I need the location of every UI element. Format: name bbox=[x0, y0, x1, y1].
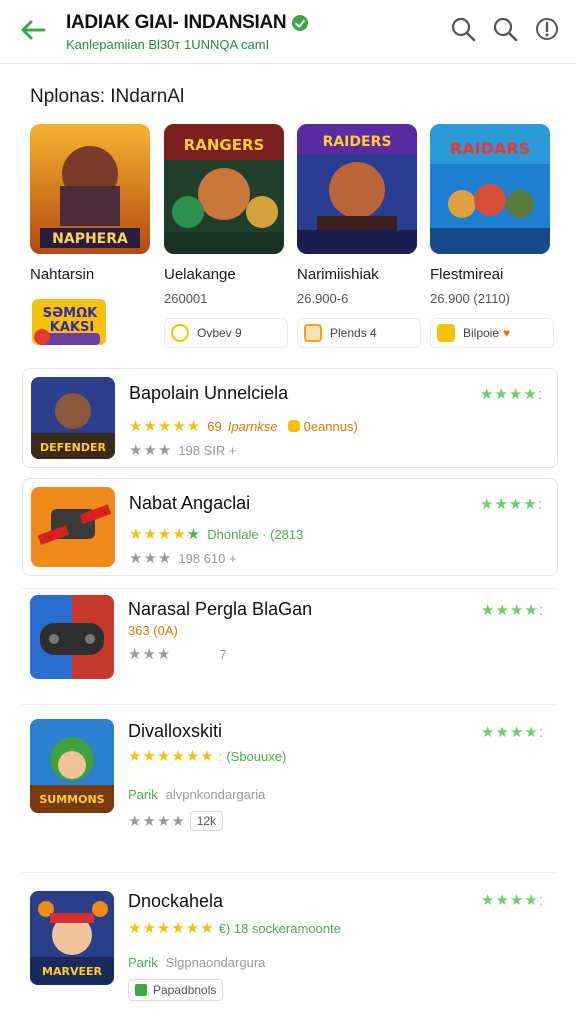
artwork-title: NAPHERA bbox=[52, 231, 128, 247]
game-name: Uelakange bbox=[164, 266, 236, 283]
game-size: 260001 bbox=[164, 291, 208, 306]
star-rating-secondary: ★★★ bbox=[128, 646, 172, 663]
featured-card[interactable]: RANGERS Uelakange 260001 Ovbev 9 bbox=[164, 124, 294, 352]
game-chip[interactable]: Plends 4 bbox=[297, 318, 421, 348]
rating-stars-right: ★★★★: bbox=[480, 386, 543, 403]
download-badge: 12k bbox=[189, 811, 224, 831]
game-name: Nahtarsin bbox=[30, 266, 95, 283]
price-row: 363 (0A) bbox=[128, 623, 178, 638]
list-item[interactable]: SUMMONS Divalloxskiti ★★★★★★ : (Sbouuxe)… bbox=[22, 704, 558, 860]
star-rating-secondary: ★★★★ bbox=[128, 813, 186, 830]
game-artwork: SUMMONS bbox=[30, 719, 114, 813]
game-size: 26.900-6 bbox=[297, 291, 349, 306]
game-chip[interactable]: Bilpoie ♥ bbox=[430, 318, 554, 348]
game-name: Divalloxskiti bbox=[128, 721, 223, 741]
star-rating: ★★★★★★ bbox=[128, 920, 215, 937]
rating-row: ★★★★★ Dhonlale · (2813 bbox=[129, 526, 304, 543]
tag-icon bbox=[287, 420, 300, 432]
star-rating: ★★★★★★ bbox=[128, 748, 215, 765]
svg-text:SƏMΩK: SƏMΩK bbox=[43, 306, 98, 321]
featured-card[interactable]: NAPHERA Nahtarsin SƏMΩK KAKSI bbox=[30, 124, 160, 352]
search-icon[interactable] bbox=[448, 14, 478, 44]
game-artwork: DEFENDER bbox=[31, 377, 115, 459]
game-name: Narasal Pergla BlaGan bbox=[128, 599, 313, 619]
star-rating-secondary: ★★★ bbox=[129, 442, 173, 459]
game-name: Bapolain Unnelciela bbox=[129, 383, 289, 403]
featured-card[interactable]: RAIDARS Flestmireai 26.900 (2110) Bilpoi… bbox=[430, 124, 560, 352]
verified-icon bbox=[292, 15, 309, 31]
rating-stars-right: ★★★★: bbox=[481, 602, 544, 619]
artwork-title: DEFENDER bbox=[40, 441, 107, 454]
game-chip[interactable]: Ovbev 9 bbox=[164, 318, 288, 348]
heart-icon: ♥ bbox=[503, 326, 511, 340]
game-name: Narimiishiak bbox=[297, 266, 379, 283]
stats-row: ★★★ 198 SIR + bbox=[129, 442, 237, 459]
list-icon bbox=[437, 324, 455, 342]
star-rating-secondary: ★★★ bbox=[129, 550, 173, 567]
game-name: Nabat Angaclai bbox=[129, 493, 251, 513]
game-name: Flestmireai bbox=[430, 266, 504, 283]
brand-logo: SƏMΩK KAKSI bbox=[30, 293, 110, 353]
top-app-bar: IADIAK GIAI- INDANSIAN Kanlepamiian Bl30… bbox=[0, 0, 576, 64]
stats-row: ★★★★ 12k bbox=[128, 811, 224, 831]
game-artwork bbox=[31, 487, 115, 567]
search-icon-secondary[interactable] bbox=[490, 14, 520, 44]
rating-row: ★★★★★★ €) 18 sockeramoonte bbox=[128, 920, 341, 937]
rating-stars-right: ★★★★: bbox=[480, 496, 543, 513]
list-item[interactable]: Nabat Angaclai ★★★★★ Dhonlale · (2813 ★★… bbox=[22, 478, 558, 576]
star-rating: ★★★★★ bbox=[129, 418, 202, 435]
game-size: 26.900 (2110) bbox=[430, 291, 510, 306]
rating-row: ★★★★★ 69 Iparnkse 0eannus) bbox=[129, 418, 358, 435]
publisher-row: Parik Slgpnaondargura bbox=[128, 955, 266, 970]
rating-row: ★★★★★★ : (Sbouuxe) bbox=[128, 748, 287, 765]
artwork-title: RAIDERS bbox=[323, 134, 392, 150]
game-name: Dnockahela bbox=[128, 891, 224, 911]
star-rating: ★★★★★ bbox=[129, 526, 202, 543]
tag-icon bbox=[304, 324, 322, 342]
publisher-row: Parik alvpnkondargaria bbox=[128, 787, 266, 802]
install-badge[interactable]: Papadbnols bbox=[128, 979, 224, 1001]
list-item[interactable]: DEFENDER Bapolain Unnelciela ★★★★★ 69 Ip… bbox=[22, 368, 558, 468]
game-artwork: RANGERS bbox=[164, 124, 284, 254]
stats-row: ★★★ 198 610 + bbox=[129, 550, 237, 567]
game-artwork: MARVEER bbox=[30, 891, 114, 985]
coin-icon bbox=[171, 324, 189, 342]
stats-row: ★★★ 7 bbox=[128, 646, 227, 663]
page-subtitle: Kanlepamiian Bl30т 1UNNQA camI bbox=[66, 37, 270, 52]
game-artwork: NAPHERA bbox=[30, 124, 150, 254]
game-artwork: RAIDERS bbox=[297, 124, 417, 254]
list-item[interactable]: Narasal Pergla BlaGan 363 (0A) ★★★ 7 ★★★… bbox=[22, 588, 558, 692]
artwork-title: RAIDARS bbox=[450, 139, 530, 158]
game-artwork bbox=[30, 595, 114, 679]
back-arrow-icon[interactable] bbox=[18, 16, 48, 44]
game-artwork: RAIDARS bbox=[430, 124, 550, 254]
artwork-title: MARVEER bbox=[42, 965, 102, 978]
info-icon[interactable] bbox=[532, 14, 562, 44]
featured-card[interactable]: RAIDERS Narimiishiak 26.900-6 Plends 4 bbox=[297, 124, 427, 352]
page-title: IADIAK GIAI- INDANSIAN bbox=[66, 12, 366, 34]
artwork-title: SUMMONS bbox=[39, 793, 104, 806]
tag-row: Papadbnols bbox=[128, 979, 224, 1001]
section-title: Nplonas: INdarnAl bbox=[30, 86, 185, 107]
rating-stars-right: ★★★★: bbox=[481, 892, 544, 909]
svg-text:KAKSI: KAKSI bbox=[50, 320, 94, 335]
check-icon bbox=[135, 984, 147, 996]
artwork-title: RANGERS bbox=[184, 136, 265, 154]
rating-stars-right: ★★★★: bbox=[481, 724, 544, 741]
title-block: IADIAK GIAI- INDANSIAN Kanlepamiian Bl30… bbox=[66, 12, 366, 52]
list-item[interactable]: MARVEER Dnockahela ★★★★★★ €) 18 sockeram… bbox=[22, 872, 558, 1022]
